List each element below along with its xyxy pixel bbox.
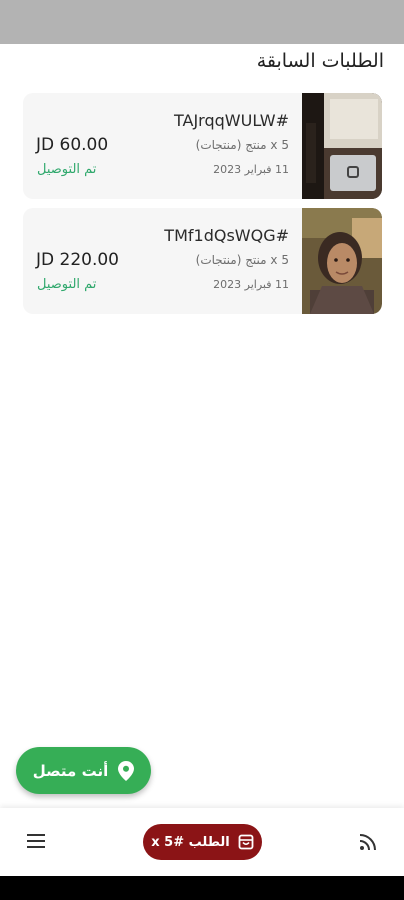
order-thumbnail (302, 208, 382, 314)
order-price: JD 220.00 (36, 250, 119, 270)
online-status-button[interactable]: أنت متصل (16, 747, 151, 794)
order-thumbnail (302, 93, 382, 199)
hamburger-menu-icon[interactable] (26, 832, 46, 850)
order-price: JD 60.00 (36, 135, 109, 155)
cart-label: الطلب #x 5 (151, 834, 230, 850)
order-id: TMf1dQsWQG# (164, 226, 289, 245)
status-bar (0, 0, 404, 44)
cart-order-button[interactable]: الطلب #x 5 (143, 824, 262, 860)
order-status: تم التوصيل (37, 277, 97, 292)
order-items-count: 5 x منتج (منتجات) (195, 253, 289, 267)
order-status: تم التوصيل (37, 162, 97, 177)
page-title: الطلبات السابقة (256, 50, 384, 72)
shopping-bag-icon (238, 834, 254, 850)
order-items-count: 5 x منتج (منتجات) (195, 138, 289, 152)
bottom-bar: الطلب #x 5 (0, 808, 404, 876)
rss-icon[interactable] (358, 832, 378, 852)
order-card[interactable]: TMf1dQsWQG# 5 x منتج (منتجات) 11 فبراير … (23, 208, 382, 314)
order-card[interactable]: TAJrqqWULW# 5 x منتج (منتجات) 11 فبراير … (23, 93, 382, 199)
online-status-label: أنت متصل (32, 761, 109, 780)
order-date: 11 فبراير 2023 (213, 163, 289, 176)
location-pin-icon (118, 760, 135, 781)
order-date: 11 فبراير 2023 (213, 278, 289, 291)
system-navigation-bar (0, 876, 404, 900)
order-id: TAJrqqWULW# (173, 111, 289, 130)
